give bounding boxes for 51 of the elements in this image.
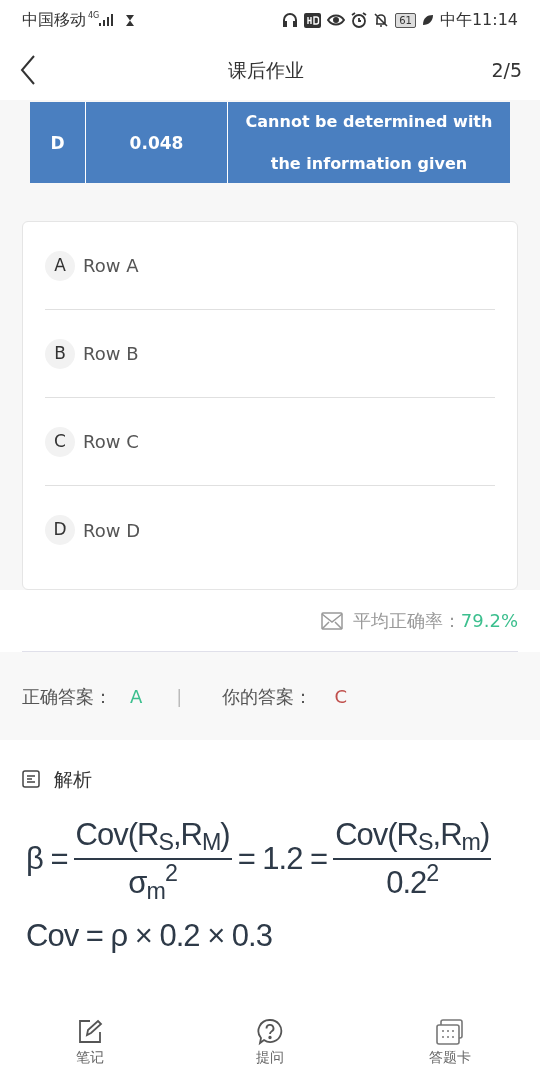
signal-icon (99, 14, 114, 26)
formula-line: Cov = ρ × 0.2 × 0.3 (26, 916, 273, 955)
your-answer: C (334, 684, 347, 709)
envelope-icon (320, 611, 343, 630)
option-letter: C (45, 426, 75, 457)
answer-option[interactable]: A Row A (45, 222, 495, 310)
clock-time: 中午11:14 (439, 9, 518, 31)
option-label: Row A (83, 254, 139, 278)
battery-indicator: 61 (395, 12, 416, 28)
page-counter: 2/5 (491, 57, 522, 83)
option-letter: B (45, 338, 75, 369)
eye-icon (327, 13, 346, 27)
average-accuracy-label: 平均正确率： (352, 609, 461, 633)
formula-numerator: Cov(R$_{S}$,R$_{m}$) (334, 815, 491, 858)
hd-icon (304, 12, 322, 28)
your-answer-label: 你的答案： (222, 684, 313, 709)
grid-card-icon (435, 1018, 465, 1046)
bottom-nav-item[interactable]: 笔记 (0, 1018, 180, 1068)
bottom-nav-item[interactable]: 提问 (180, 1018, 360, 1068)
page-title: 课后作业 (226, 57, 305, 83)
average-accuracy-value: 79.2% (460, 609, 518, 633)
table-cell: 0.048 (85, 102, 227, 183)
edit-icon (76, 1018, 104, 1046)
help-icon (256, 1018, 284, 1046)
option-label: Row D (83, 518, 140, 543)
analysis-title: 解析 (54, 767, 92, 792)
network-type: 4G (88, 10, 100, 22)
table-cell: Cannot be determined with the information given (227, 102, 510, 183)
bottom-nav-item[interactable]: 答题卡 (360, 1018, 540, 1068)
correct-answer-label: 正确答案： (22, 684, 112, 709)
answer-divider: | (176, 684, 183, 709)
carrier-name: 中国移动 (22, 9, 86, 31)
formula-denominator: 0.2$^{2}$ (386, 860, 439, 902)
option-label: Row B (83, 342, 139, 366)
alarm-icon (351, 12, 368, 28)
answer-option[interactable]: B Row B (45, 310, 495, 398)
option-letter: D (45, 515, 75, 545)
muted-bell-icon (373, 12, 390, 28)
correct-answer: A (130, 684, 143, 709)
table-cell-text: D (49, 131, 66, 155)
formula-numerator: Cov(R$_{S}$,R$_{M}$) (74, 815, 231, 858)
option-letter: A (45, 250, 75, 281)
answer-option[interactable]: C Row C (45, 398, 495, 486)
leaf-icon (421, 14, 434, 26)
option-label: Row C (83, 430, 139, 454)
hourglass-icon (125, 13, 136, 27)
answer-option[interactable]: D Row D (45, 486, 495, 574)
formula-text: β = (26, 839, 68, 878)
formula-text: = 1.2 = (237, 839, 328, 878)
headphones-icon (282, 12, 299, 28)
document-icon (22, 770, 40, 789)
